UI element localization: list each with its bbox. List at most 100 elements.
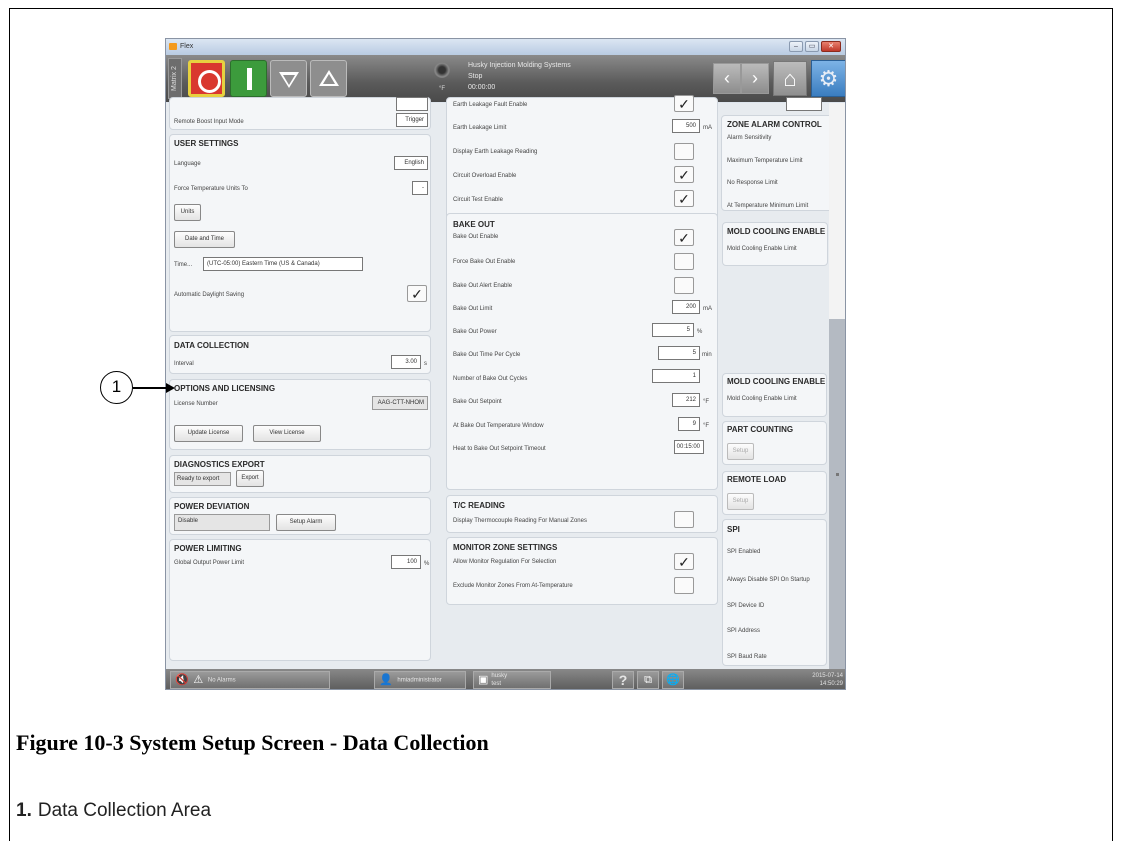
monitor-zone-title: MONITOR ZONE SETTINGS (453, 543, 558, 552)
bake-time-field[interactable]: 5 (658, 346, 700, 360)
at-temp-min-label: At Temperature Minimum Limit (727, 203, 809, 209)
decrease-button[interactable] (270, 60, 307, 97)
company-name: Husky Injection Molding Systems (468, 62, 571, 69)
page-navigation: ‹ › (713, 63, 769, 94)
export-button[interactable]: Export (236, 470, 264, 487)
mold-cooling-label: Mold Cooling Enable Limit (727, 246, 797, 252)
user-settings-title: USER SETTINGS (174, 139, 239, 148)
spi-title: SPI (727, 525, 740, 534)
date-time-display: 2015-07-14 14:50:29 (812, 672, 843, 688)
scrollbar-thumb[interactable] (829, 103, 845, 319)
window-title: Flex (180, 43, 194, 50)
exclude-monitor-checkbox[interactable] (674, 577, 694, 594)
bake-limit-label: Bake Out Limit (453, 306, 493, 312)
alarm-status[interactable]: 🔇 ⚠ No Alarms (170, 671, 330, 689)
display-earth-checkbox[interactable] (674, 143, 694, 160)
heat-timeout-field[interactable]: 00:15:00 (674, 440, 704, 454)
tc-reading-checkbox[interactable] (674, 511, 694, 528)
remote-boost-input-mode-field[interactable]: Trigger (396, 113, 428, 127)
no-response-label: No Response Limit (727, 180, 778, 186)
bake-power-unit: % (697, 329, 703, 335)
vertical-scrollbar[interactable] (829, 103, 845, 669)
heat-timeout-label: Heat to Bake Out Setpoint Timeout (453, 446, 546, 452)
force-bake-label: Force Bake Out Enable (453, 259, 516, 265)
help-button[interactable]: ? (612, 671, 634, 689)
force-units-label: Force Temperature Units To (174, 186, 248, 192)
minimize-button[interactable]: – (789, 41, 803, 52)
interval-unit: s (424, 361, 427, 367)
bake-limit-field[interactable]: 200 (672, 300, 700, 314)
bake-limit-unit: mA (703, 306, 712, 312)
start-button[interactable] (230, 60, 267, 97)
units-button[interactable]: Units (174, 204, 201, 221)
earth-fault-checkbox[interactable]: ✓ (674, 95, 694, 112)
force-units-field[interactable]: - (412, 181, 428, 195)
bake-enable-checkbox[interactable]: ✓ (674, 229, 694, 246)
machine-tab[interactable]: Matrix 2 (168, 58, 182, 99)
setup-alarm-button[interactable]: Setup Alarm (276, 514, 336, 531)
current-date: 2015-07-14 (812, 673, 843, 679)
language-label: Language (174, 161, 201, 167)
alarm-sensitivity-label: Alarm Sensitivity (727, 135, 772, 141)
callout-arrow-icon (166, 383, 175, 393)
auto-dst-checkbox[interactable]: ✓ (407, 285, 427, 302)
bake-window-field[interactable]: 9 (678, 417, 700, 431)
remote-load-setup-button[interactable]: Setup (727, 493, 754, 510)
global-output-unit: % (424, 561, 430, 567)
circuit-test-checkbox[interactable]: ✓ (674, 190, 694, 207)
callout-number: 1 (100, 371, 133, 404)
bake-cycles-label: Number of Bake Out Cycles (453, 376, 528, 382)
home-button[interactable]: ⌂ (773, 61, 807, 96)
close-button[interactable]: ✕ (821, 41, 841, 52)
view-license-button[interactable]: View License (253, 425, 321, 442)
data-collection-title: DATA COLLECTION (174, 341, 249, 350)
window-titlebar: Flex – ▭ ✕ (166, 39, 845, 55)
update-license-button[interactable]: Update License (174, 425, 243, 442)
circuit-overload-checkbox[interactable]: ✓ (674, 166, 694, 183)
spi-baud-label: SPI Baud Rate (727, 654, 767, 660)
power-deviation-field[interactable]: Disable (174, 514, 270, 531)
callout-line (133, 387, 169, 389)
language-field[interactable]: English (394, 156, 428, 170)
interval-field[interactable]: 3.00 (391, 355, 421, 369)
bake-cycles-field[interactable]: 1 (652, 369, 700, 383)
previous-page-button[interactable]: ‹ (713, 63, 741, 94)
remote-boost-panel (169, 97, 431, 130)
toolbar: Matrix 2 °F Husky Injection Molding Syst… (166, 55, 845, 102)
stop-button[interactable] (188, 60, 225, 97)
earth-limit-unit: mA (703, 125, 712, 131)
bake-out-title: BAKE OUT (453, 220, 495, 229)
force-bake-checkbox[interactable] (674, 253, 694, 270)
language-button[interactable]: 🌐 (662, 671, 684, 689)
earth-limit-field[interactable]: 500 (672, 119, 700, 133)
date-time-button[interactable]: Date and Time (174, 231, 235, 248)
next-page-button[interactable]: › (741, 63, 769, 94)
increase-button[interactable] (310, 60, 347, 97)
globe-icon: 🌐 (666, 674, 680, 686)
user-status[interactable]: 👤 hmiadministrator (374, 671, 466, 689)
mold-icon: ▣ (478, 674, 489, 686)
gear-icon: ⚙ (818, 66, 839, 91)
bake-setpoint-field[interactable]: 212 (672, 393, 700, 407)
mold-status[interactable]: ▣ husky test (473, 671, 551, 689)
triangle-down-icon (279, 72, 299, 88)
global-output-field[interactable]: 100 (391, 555, 421, 569)
time-zone-field[interactable]: (UTC-05:00) Eastern Time (US & Canada) (203, 257, 363, 271)
temperature-unit: °F (439, 86, 446, 92)
earth-fault-label: Earth Leakage Fault Enable (453, 102, 528, 108)
maximize-button[interactable]: ▭ (805, 41, 819, 52)
user-icon: 👤 (379, 674, 393, 686)
system-setup-button[interactable]: ⚙ (811, 60, 845, 97)
allow-monitor-checkbox[interactable]: ✓ (674, 553, 694, 570)
mold-cooling-label: Mold Cooling Enable Limit (727, 396, 797, 402)
bake-window-unit: °F (703, 423, 710, 429)
current-time: 14:50:29 (819, 681, 843, 687)
bake-alert-checkbox[interactable] (674, 277, 694, 294)
bake-power-field[interactable]: 5 (652, 323, 694, 337)
figure-legend: 1. Data Collection Area (16, 800, 211, 822)
screenshot-button[interactable]: ⧉ (637, 671, 659, 689)
top-right-field[interactable] (786, 97, 822, 111)
bake-alert-label: Bake Out Alert Enable (453, 283, 513, 289)
remote-boost-delay-field[interactable] (396, 97, 428, 111)
part-counting-setup-button[interactable]: Setup (727, 443, 754, 460)
